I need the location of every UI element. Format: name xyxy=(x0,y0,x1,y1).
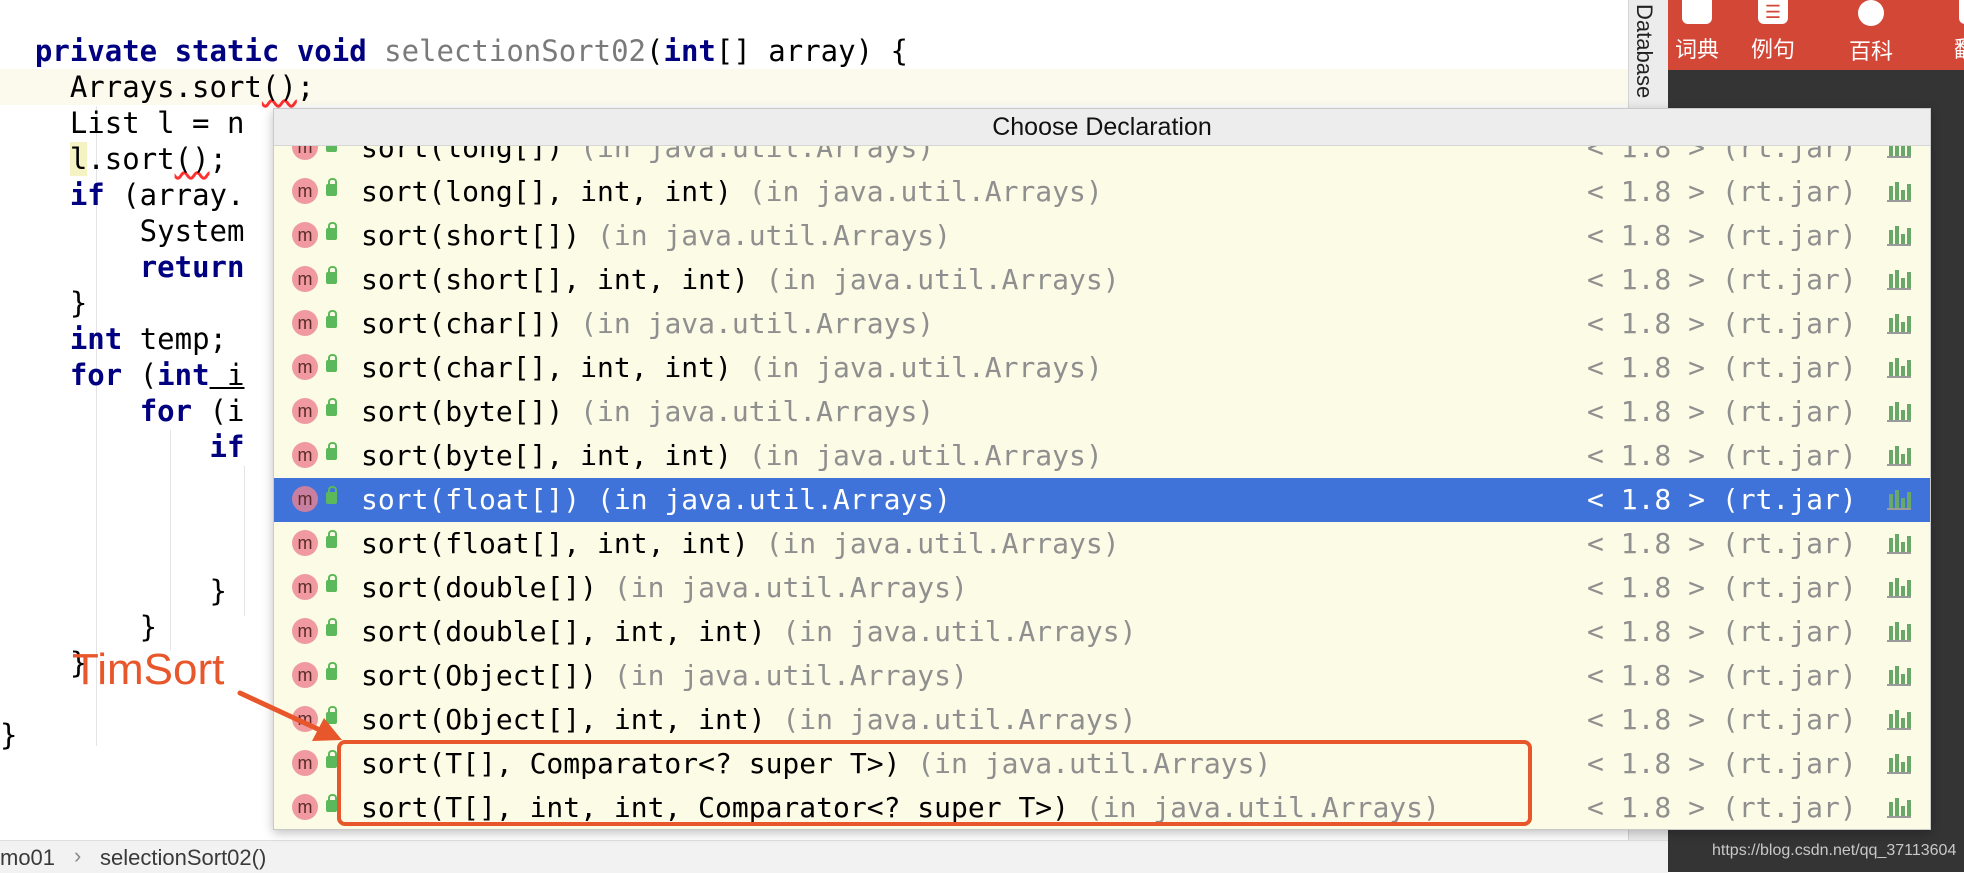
timsort-annotation: TimSort xyxy=(72,645,225,694)
timsort-arrow-icon xyxy=(237,690,342,741)
watermark: https://blog.csdn.net/qq_37113604 xyxy=(1712,842,1957,859)
